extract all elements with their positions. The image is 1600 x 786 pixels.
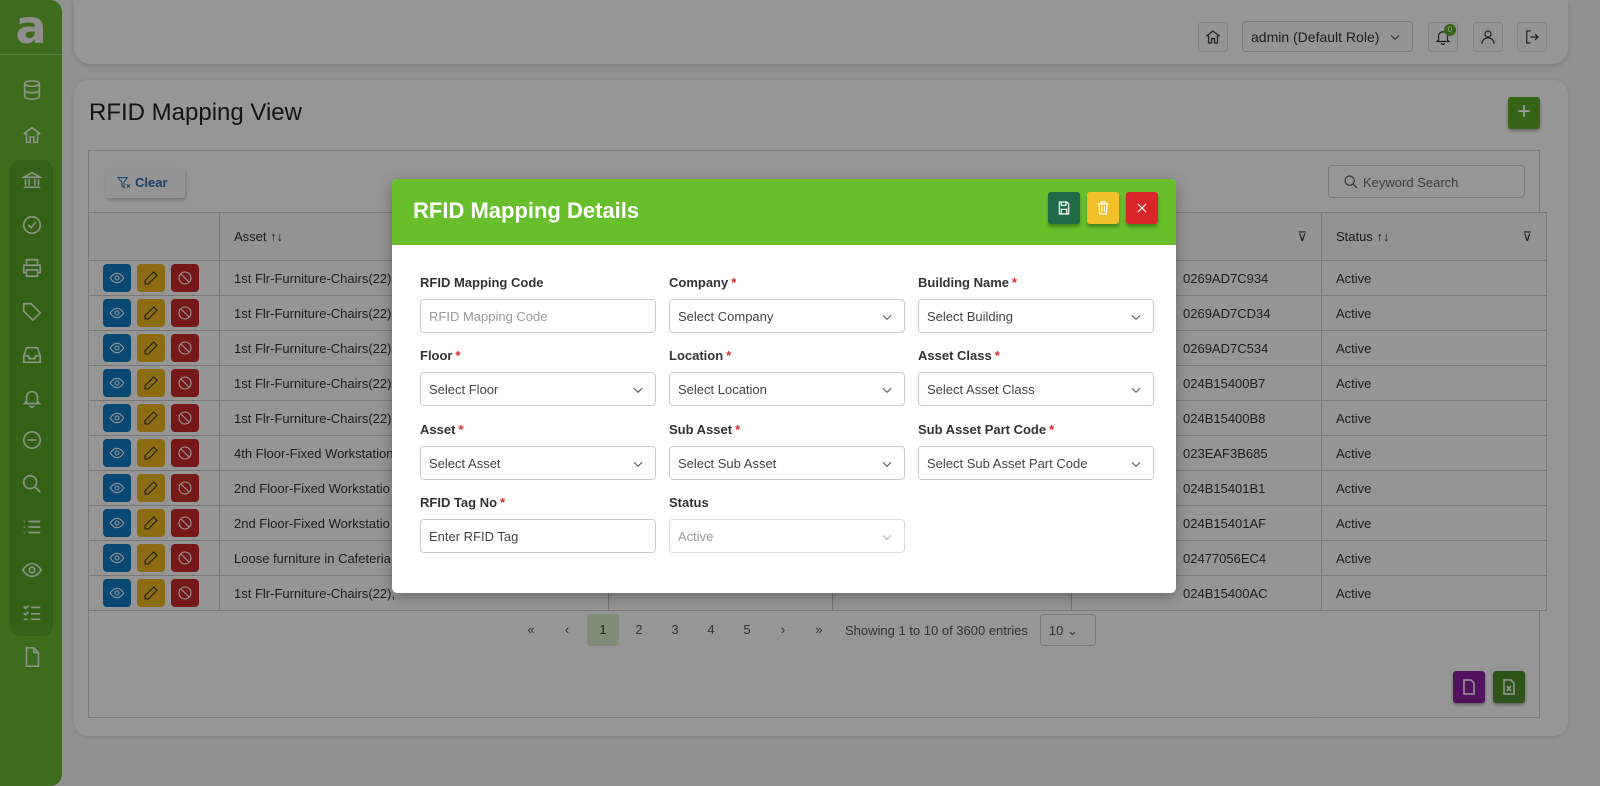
required-mark: *	[1012, 275, 1018, 290]
floor-label: Floor *	[420, 348, 461, 363]
save-button[interactable]	[1048, 192, 1080, 224]
building-name-select[interactable]: Select Building	[918, 299, 1154, 333]
trash-icon	[1097, 201, 1109, 215]
chevron-down-icon	[633, 461, 643, 467]
sub-asset-label: Sub Asset *	[669, 422, 741, 437]
floor-select[interactable]: Select Floor	[420, 372, 656, 406]
required-mark: *	[1049, 422, 1055, 437]
status-select: Active	[669, 519, 905, 553]
save-icon	[1058, 201, 1070, 215]
status-label: Status	[669, 495, 709, 510]
chevron-down-icon	[1131, 387, 1141, 393]
rfid-mapping-code-field: RFID Mapping Code RFID Mapping Code	[420, 275, 656, 333]
rfid-mapping-modal: RFID Mapping Details RFID Mapping Code R…	[392, 179, 1176, 593]
required-mark: *	[500, 495, 506, 510]
asset-class-label: Asset Class *	[918, 348, 1000, 363]
asset-select[interactable]: Select Asset	[420, 446, 656, 480]
status-field: Status Active	[669, 495, 905, 553]
chevron-down-icon	[882, 387, 892, 393]
sub-asset-part-code-field: Sub Asset Part Code * Select Sub Asset Pa…	[918, 422, 1154, 480]
rfid-mapping-code-input[interactable]: RFID Mapping Code	[420, 299, 656, 333]
chevron-down-icon	[633, 387, 643, 393]
close-button[interactable]	[1126, 192, 1158, 224]
location-label: Location *	[669, 348, 732, 363]
required-mark: *	[731, 275, 737, 290]
asset-label: Asset *	[420, 422, 464, 437]
company-select[interactable]: Select Company	[669, 299, 905, 333]
floor-field: Floor * Select Floor	[420, 348, 656, 406]
close-icon	[1137, 203, 1147, 213]
modal-title: RFID Mapping Details	[413, 198, 640, 223]
location-select[interactable]: Select Location	[669, 372, 905, 406]
asset-field: Asset * Select Asset	[420, 422, 656, 480]
required-mark: *	[458, 422, 464, 437]
chevron-down-icon	[882, 314, 892, 320]
company-field: Company * Select Company	[669, 275, 905, 333]
required-mark: *	[455, 348, 461, 363]
chevron-down-icon	[1131, 461, 1141, 467]
company-label: Company *	[669, 275, 737, 290]
sub-asset-field: Sub Asset * Select Sub Asset	[669, 422, 905, 480]
rfid-tag-no-label: RFID Tag No *	[420, 495, 506, 510]
sub-asset-part-code-label: Sub Asset Part Code *	[918, 422, 1055, 437]
asset-class-field: Asset Class * Select Asset Class	[918, 348, 1154, 406]
required-mark: *	[994, 348, 1000, 363]
required-mark: *	[726, 348, 732, 363]
chevron-down-icon	[882, 461, 892, 467]
building-name-label: Building Name *	[918, 275, 1018, 290]
asset-class-select[interactable]: Select Asset Class	[918, 372, 1154, 406]
building-name-field: Building Name * Select Building	[918, 275, 1154, 333]
chevron-down-icon	[882, 534, 892, 540]
modal-header: RFID Mapping Details	[392, 179, 1176, 245]
sub-asset-part-code-select[interactable]: Select Sub Asset Part Code	[918, 446, 1154, 480]
location-field: Location * Select Location	[669, 348, 905, 406]
rfid-tag-no-input[interactable]: Enter RFID Tag	[420, 519, 656, 553]
rfid-tag-no-field: RFID Tag No * Enter RFID Tag	[420, 495, 656, 553]
delete-button[interactable]	[1087, 192, 1119, 224]
sub-asset-select[interactable]: Select Sub Asset	[669, 446, 905, 480]
rfid-mapping-code-label: RFID Mapping Code	[420, 275, 544, 290]
required-mark: *	[735, 422, 741, 437]
chevron-down-icon	[1131, 314, 1141, 320]
